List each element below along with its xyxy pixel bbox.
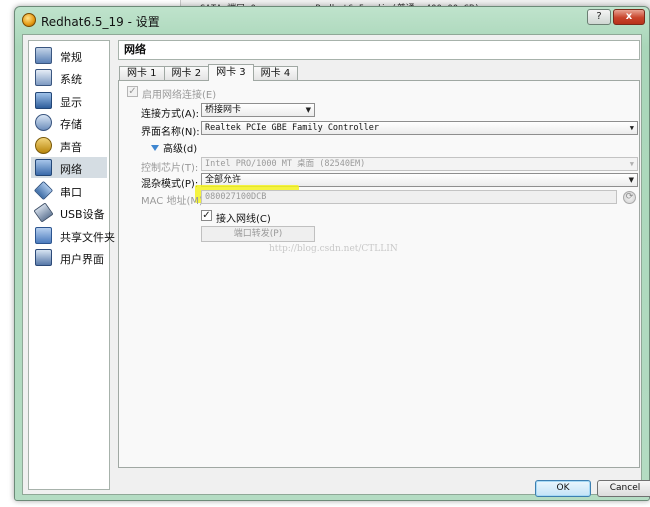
display-icon <box>35 92 52 109</box>
sidebar-item-label: 显示 <box>60 96 82 109</box>
cable-connected-label: 接入网线(C) <box>216 214 271 225</box>
sidebar-item-system[interactable]: 系统 <box>31 67 107 88</box>
sidebar-item-shared-folders[interactable]: 共享文件夹 <box>31 225 115 246</box>
page-title: 网络 <box>118 40 640 60</box>
enable-adapter-checkbox[interactable]: ✓ <box>127 86 138 97</box>
sidebar-item-label: 共享文件夹 <box>60 231 115 244</box>
expand-arrow-icon <box>151 144 159 151</box>
sidebar-item-label: 声音 <box>60 141 82 154</box>
shared-folder-icon <box>35 227 52 244</box>
adapter-type-label: 控制芯片(T): <box>141 163 199 174</box>
tab-adapter-4[interactable]: 网卡 4 <box>252 66 299 81</box>
sidebar-item-label: 常规 <box>60 51 82 64</box>
settings-window: Redhat6.5_19 - 设置 ? x 常规 系统 显示 存储 声音 网络 … <box>14 6 650 501</box>
mac-address-field[interactable]: 080027100DCB <box>201 190 617 204</box>
user-interface-icon <box>35 249 52 266</box>
cancel-button[interactable]: Cancel <box>597 480 650 497</box>
port-forwarding-button[interactable]: 端口转发(P) <box>201 226 315 242</box>
dropdown-arrow-icon: ▼ <box>628 176 634 184</box>
storage-icon <box>35 114 52 131</box>
sidebar-item-serial-ports[interactable]: 串口 <box>31 180 107 201</box>
sidebar-item-label: USB设备 <box>60 208 105 221</box>
advanced-expander[interactable]: 高级(d) <box>151 140 197 155</box>
attached-to-value: 桥接网卡 <box>205 105 242 115</box>
ok-button[interactable]: OK <box>535 480 591 497</box>
adapter-name-select[interactable]: Realtek PCIe GBE Family Controller ▼ <box>201 121 638 135</box>
usb-icon <box>33 202 54 223</box>
adapter-name-value: Realtek PCIe GBE Family Controller <box>205 123 379 133</box>
serial-port-icon <box>33 180 54 201</box>
promiscuous-mode-value: 全部允许 <box>205 175 242 185</box>
adapter-type-value: Intel PRO/1000 MT 桌面 (82540EM) <box>205 159 366 169</box>
system-icon <box>35 69 52 86</box>
advanced-label: 高级(d) <box>163 144 198 155</box>
sidebar-item-network[interactable]: 网络 <box>31 157 107 178</box>
close-button[interactable]: x <box>613 9 645 25</box>
tab-adapter-3[interactable]: 网卡 3 <box>208 64 254 81</box>
virtualbox-app-icon <box>22 13 36 27</box>
dropdown-arrow-icon: ▼ <box>629 124 634 132</box>
sidebar-item-display[interactable]: 显示 <box>31 90 107 111</box>
adapter-name-label: 界面名称(N): <box>141 127 200 138</box>
sidebar-item-audio[interactable]: 声音 <box>31 135 107 156</box>
mac-address-label: MAC 地址(M): <box>141 196 207 207</box>
settings-category-list: 常规 系统 显示 存储 声音 网络 串口 USB设备 共享文件夹 用户界面 <box>28 40 115 490</box>
window-title: Redhat6.5_19 - 设置 <box>41 15 160 29</box>
network-icon <box>35 159 52 176</box>
general-icon <box>35 47 52 64</box>
adapter-tabs: 网卡 1 网卡 2 网卡 3 网卡 4 <box>119 64 299 81</box>
title-bar[interactable]: Redhat6.5_19 - 设置 ? x <box>15 7 649 33</box>
refresh-icon[interactable]: ⟳ <box>623 191 636 204</box>
sidebar-item-user-interface[interactable]: 用户界面 <box>31 247 107 268</box>
attached-to-label: 连接方式(A): <box>141 109 200 120</box>
cable-connected-checkbox[interactable]: ✓ <box>201 210 212 221</box>
sidebar-item-label: 系统 <box>60 73 82 86</box>
attached-to-select[interactable]: 桥接网卡 ▼ <box>201 103 315 117</box>
sidebar-item-label: 用户界面 <box>60 253 104 266</box>
help-button[interactable]: ? <box>587 9 611 25</box>
sidebar-item-label: 串口 <box>60 186 82 199</box>
adapter-type-select[interactable]: Intel PRO/1000 MT 桌面 (82540EM) ▼ <box>201 157 638 171</box>
sidebar-item-label: 网络 <box>60 163 82 176</box>
sidebar-item-label: 存储 <box>60 118 82 131</box>
dialog-client-area: 常规 系统 显示 存储 声音 网络 串口 USB设备 共享文件夹 用户界面 网络… <box>22 34 650 497</box>
dropdown-arrow-icon: ▼ <box>629 160 634 168</box>
dropdown-arrow-icon: ▼ <box>305 106 311 114</box>
audio-icon <box>35 137 52 154</box>
promiscuous-mode-label: 混杂模式(P): <box>141 179 199 190</box>
sidebar-item-general[interactable]: 常规 <box>31 45 107 66</box>
adapter-settings-panel: ✓ 启用网络连接(E) 连接方式(A): 桥接网卡 ▼ 界面名称(N): Rea… <box>118 80 640 468</box>
sidebar-item-storage[interactable]: 存储 <box>31 112 107 133</box>
sidebar-item-usb[interactable]: USB设备 <box>31 202 107 223</box>
tab-adapter-2[interactable]: 网卡 2 <box>163 66 210 81</box>
tab-adapter-1[interactable]: 网卡 1 <box>119 66 165 81</box>
watermark-text: http://blog.csdn.net/CTLLIN <box>269 244 398 254</box>
enable-adapter-label: 启用网络连接(E) <box>142 90 217 101</box>
